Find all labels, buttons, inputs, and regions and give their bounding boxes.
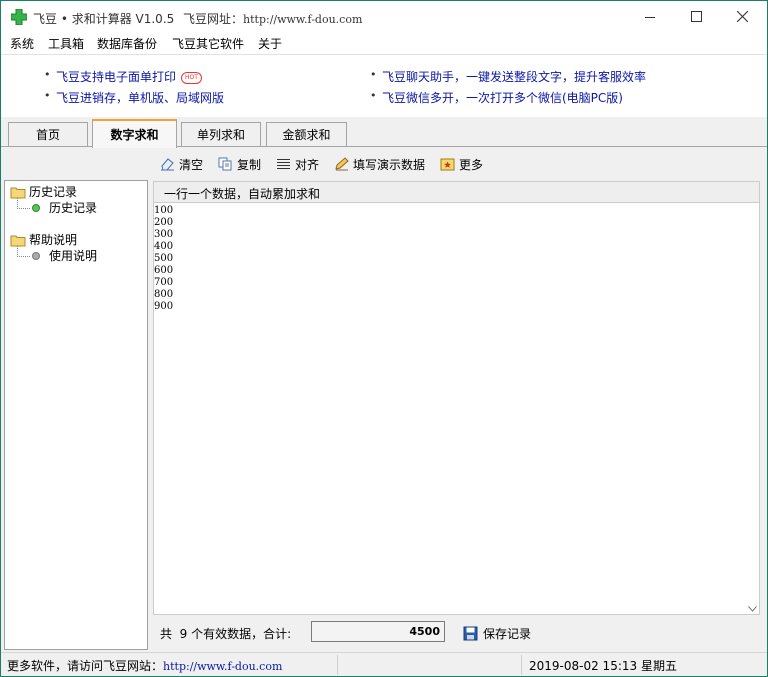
align-icon <box>277 159 290 169</box>
number-line: 900 <box>154 301 174 312</box>
tree-item-help-label: 使用说明 <box>49 249 98 263</box>
clear-label: 清空 <box>179 157 204 172</box>
folder-icon <box>10 235 26 246</box>
menu-bar: 系统 工具箱 数据库备份 飞豆其它软件 关于 <box>1 32 767 55</box>
status-divider <box>337 655 338 675</box>
maximize-button[interactable] <box>673 1 719 32</box>
folder-icon <box>10 187 26 198</box>
status-divider <box>521 655 522 675</box>
more-button[interactable]: 更多 <box>440 155 483 173</box>
star-folder-icon <box>440 158 455 171</box>
ad-link-inventory[interactable]: 飞豆进销存，单机版、局域网版 <box>44 89 224 106</box>
ad-link-wechat[interactable]: 飞豆微信多开，一次打开多个微信(电脑PC版) <box>370 89 623 106</box>
status-bar: 更多软件，请访问飞豆网站：http://www.f-dou.com 2019-0… <box>1 652 767 676</box>
demo-data-button[interactable]: 填写演示数据 <box>334 155 425 173</box>
maximize-icon <box>690 11 702 22</box>
status-datetime: 2019-08-02 15:13 星期五 <box>529 659 677 673</box>
floppy-disk-icon <box>463 626 478 641</box>
gray-dot-icon <box>32 251 40 260</box>
status-website: 更多软件，请访问飞豆网站：http://www.f-dou.com <box>7 659 283 673</box>
more-label: 更多 <box>459 157 484 172</box>
green-dot-icon <box>32 203 40 212</box>
save-record-button[interactable]: 保存记录 <box>463 625 531 642</box>
count-summary: 共 9 个有效数据，合计: <box>160 627 292 641</box>
number-input-area[interactable]: 100 200 300 400 500 600 700 800 900 <box>153 203 760 615</box>
tree-item-history[interactable]: 历史记录 <box>31 199 97 216</box>
pencil-icon <box>335 157 349 171</box>
number-line: 600 <box>154 265 174 276</box>
tab-amount-sum[interactable]: 金额求和 <box>266 122 347 146</box>
copy-icon <box>218 157 232 171</box>
title-url: 飞豆网址：http://www.f-dou.com <box>183 12 363 26</box>
tree-folder-history-label: 历史记录 <box>29 185 78 199</box>
minimize-button[interactable] <box>627 1 673 32</box>
close-icon <box>736 11 748 22</box>
tab-column-sum[interactable]: 单列求和 <box>181 122 261 146</box>
menu-system[interactable]: 系统 <box>10 35 34 52</box>
menu-about[interactable]: 关于 <box>258 35 282 52</box>
scroll-down-button[interactable] <box>746 604 758 614</box>
tree-item-help[interactable]: 使用说明 <box>31 247 97 264</box>
copy-label: 复制 <box>237 157 262 172</box>
total-value: 4500 <box>409 625 440 638</box>
save-record-label: 保存记录 <box>483 627 532 641</box>
editor-header-label: 一行一个数据，自动累加求和 <box>164 187 321 201</box>
number-line: 200 <box>154 217 174 228</box>
align-button[interactable]: 对齐 <box>276 155 319 173</box>
title-bar[interactable]: 飞豆 • 求和计算器 V1.0.5 飞豆网址：http://www.f-dou.… <box>1 1 767 32</box>
total-field: 4500 <box>311 621 445 642</box>
tab-number-sum[interactable]: 数字求和 <box>92 119 177 148</box>
menu-toolbox[interactable]: 工具箱 <box>48 35 84 52</box>
number-lines: 100 200 300 400 500 600 700 800 900 <box>154 205 173 313</box>
tab-home[interactable]: 首页 <box>8 122 88 146</box>
ad-link-chat[interactable]: 飞豆聊天助手，一键发送整段文字，提升客服效率 <box>370 68 646 85</box>
menu-other-software[interactable]: 飞豆其它软件 <box>172 35 244 52</box>
tree-item-history-label: 历史记录 <box>49 201 98 215</box>
number-line: 300 <box>154 229 174 240</box>
ad-panel: 飞豆支持电子面单打印HOT 飞豆进销存，单机版、局域网版 飞豆聊天助手，一键发送… <box>1 55 767 117</box>
editor-header: 一行一个数据，自动累加求和 <box>153 181 760 203</box>
app-window: 飞豆 • 求和计算器 V1.0.5 飞豆网址：http://www.f-dou.… <box>1 1 767 676</box>
eraser-icon <box>161 158 174 171</box>
hot-badge: HOT <box>181 71 202 84</box>
demo-data-label: 填写演示数据 <box>353 157 426 172</box>
number-line: 400 <box>154 241 174 252</box>
status-website-link[interactable]: http://www.f-dou.com <box>163 660 282 673</box>
ad-link-print[interactable]: 飞豆支持电子面单打印HOT <box>44 68 202 85</box>
number-line: 500 <box>154 253 174 264</box>
nav-tree: 历史记录 历史记录 帮助说明 使用说明 <box>4 180 148 650</box>
tree-folder-help-label: 帮助说明 <box>29 233 78 247</box>
number-line: 700 <box>154 277 174 288</box>
minimize-icon <box>645 16 655 18</box>
clear-button[interactable]: 清空 <box>160 155 203 173</box>
close-button[interactable] <box>719 1 765 32</box>
tree-connector <box>17 246 30 257</box>
green-plus-icon <box>11 9 27 25</box>
menu-db-backup[interactable]: 数据库备份 <box>97 35 157 52</box>
chevron-down-icon <box>747 606 757 612</box>
align-label: 对齐 <box>295 157 320 172</box>
window-title: 飞豆 • 求和计算器 V1.0.5 <box>33 12 175 26</box>
copy-button[interactable]: 复制 <box>218 155 261 173</box>
number-line: 100 <box>154 205 174 216</box>
tree-connector <box>17 198 30 209</box>
number-line: 800 <box>154 289 174 300</box>
